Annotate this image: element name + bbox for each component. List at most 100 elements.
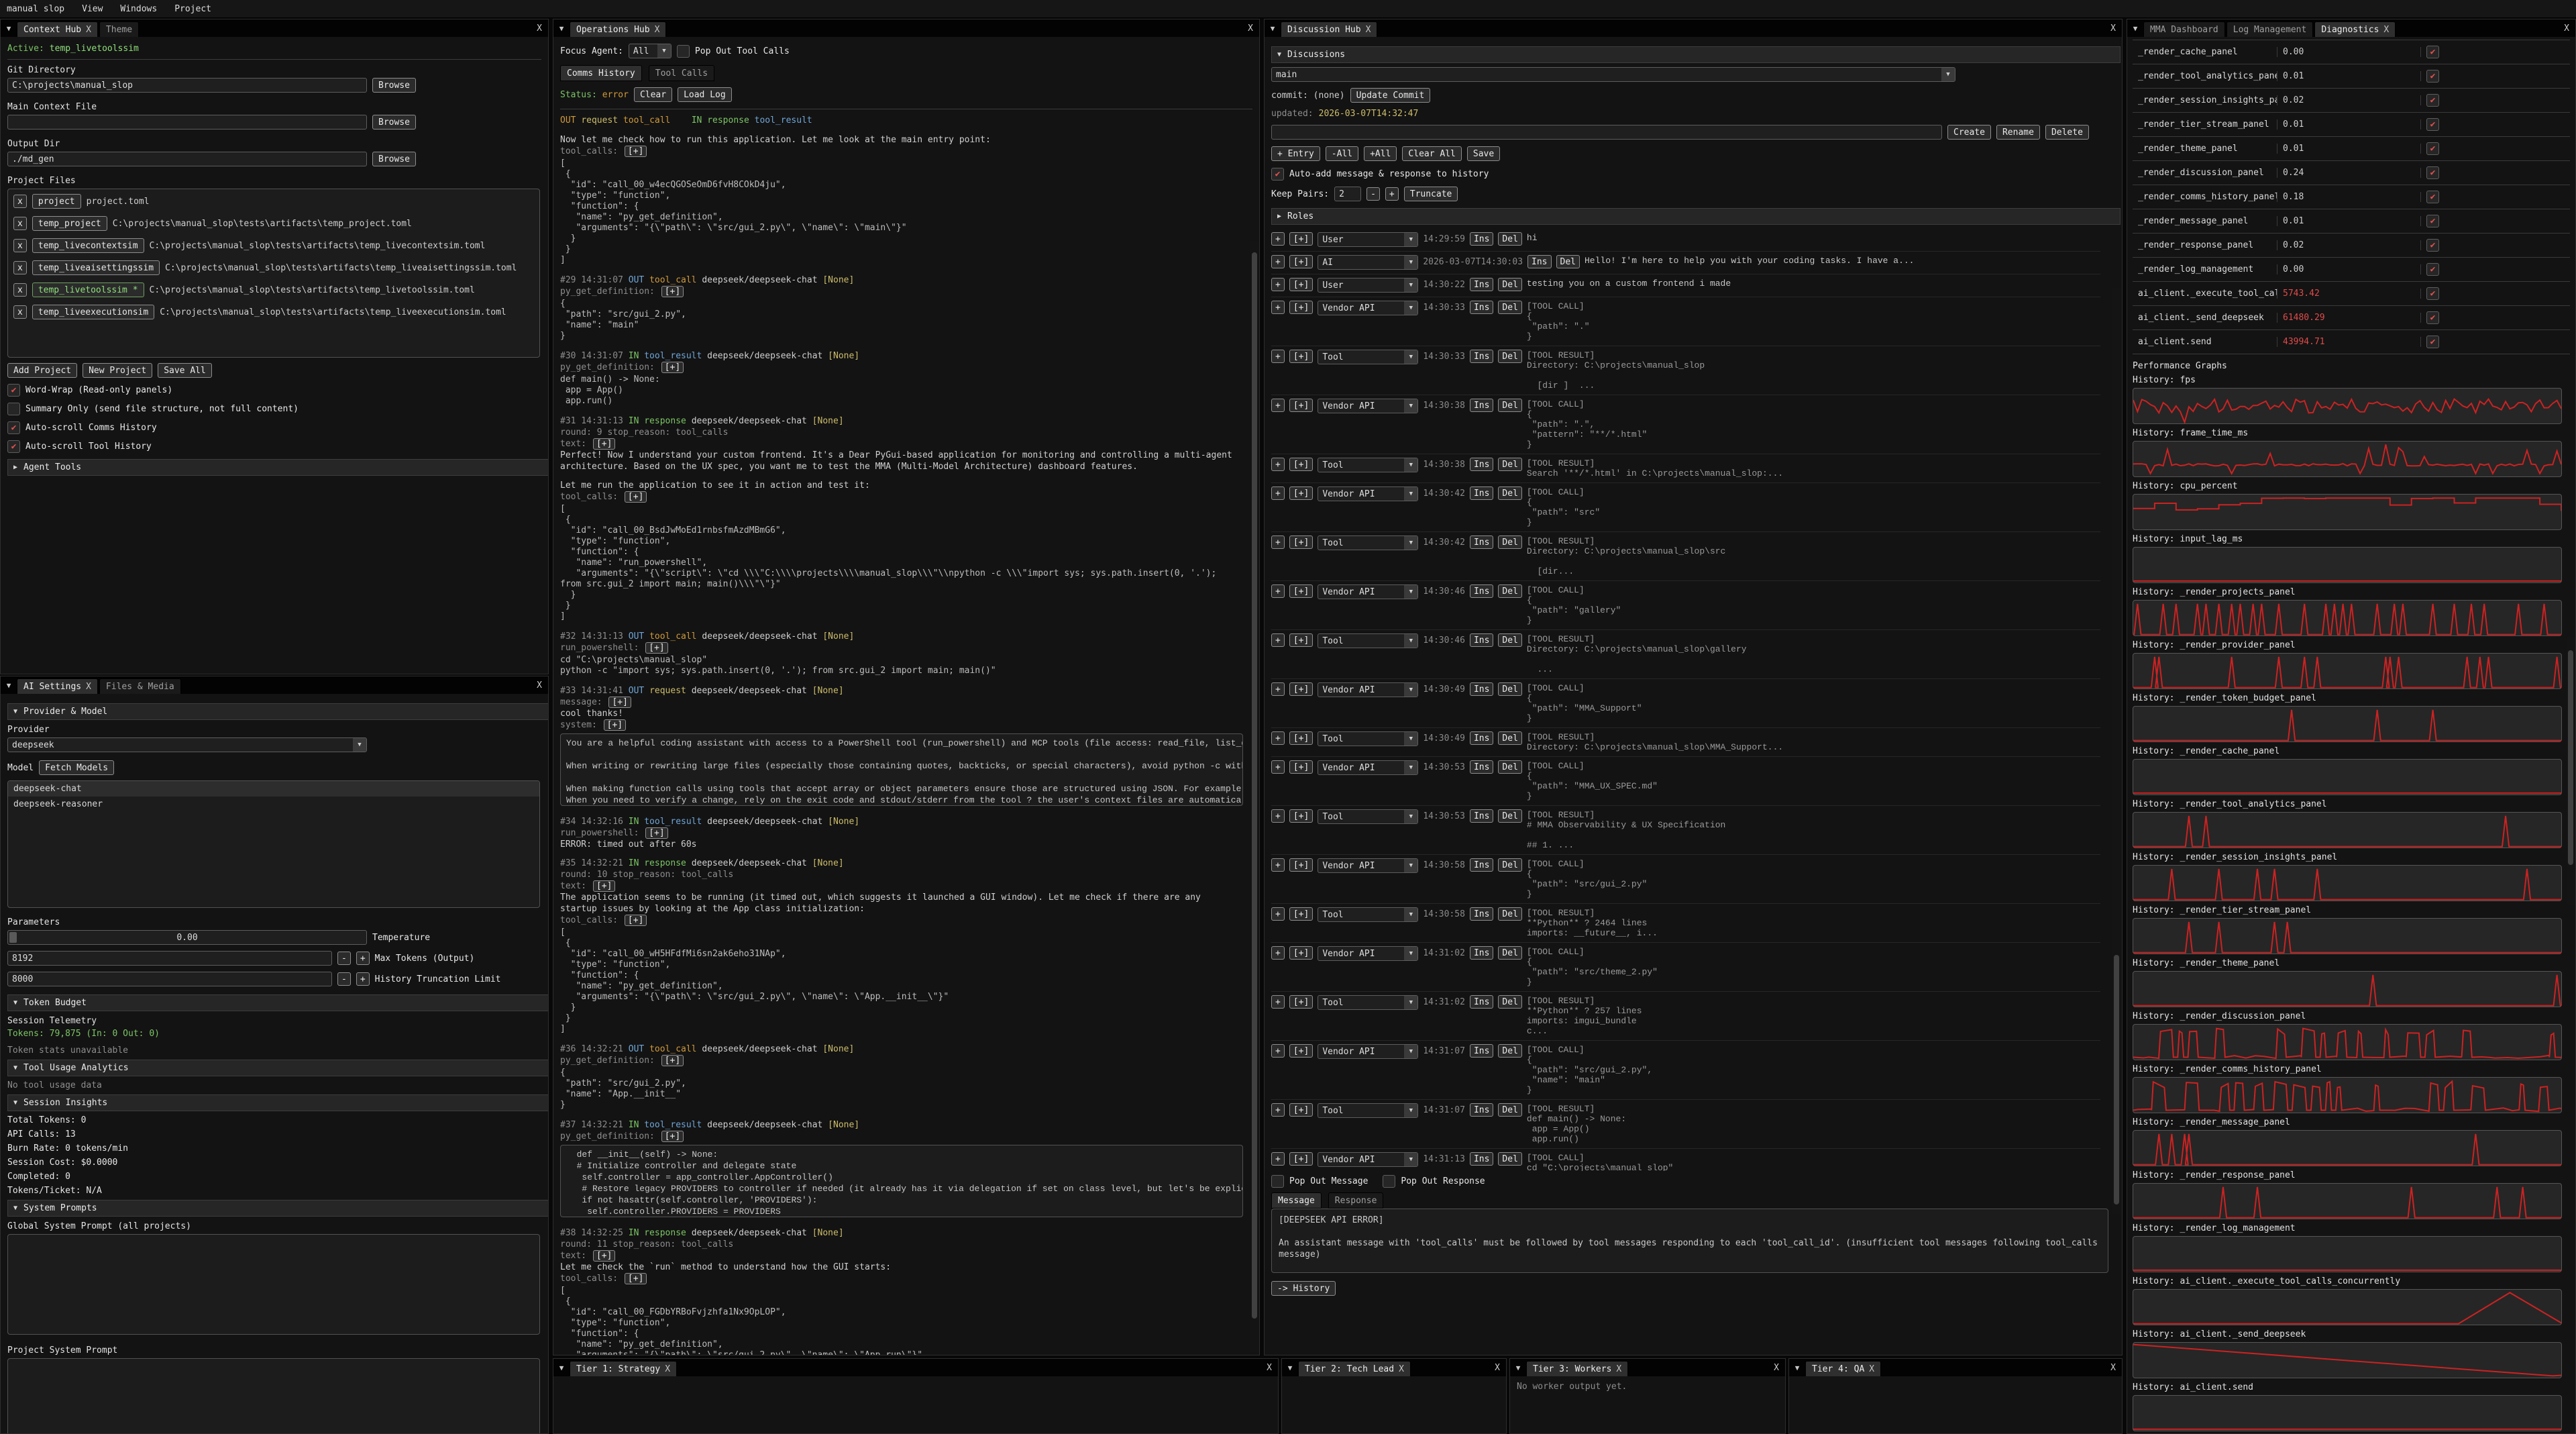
entry-del-button[interactable]: Del	[1498, 486, 1521, 500]
model-option[interactable]: deepseek-chat	[8, 781, 539, 797]
checkbox-auto-scroll[interactable]: ✔	[7, 421, 20, 434]
remove-project-button[interactable]: x	[13, 283, 27, 297]
entry-add-button[interactable]: +	[1271, 399, 1285, 412]
expand-button[interactable]: [+]	[593, 1250, 615, 1262]
entry-expand-button[interactable]: [+]	[1289, 399, 1313, 412]
window-close-icon[interactable]: X	[1768, 1359, 1785, 1376]
entry-expand-button[interactable]: [+]	[1289, 1103, 1313, 1117]
global-prompt-textarea[interactable]	[7, 1234, 540, 1335]
entry-expand-button[interactable]: [+]	[1289, 232, 1313, 246]
tab-diagnostics[interactable]: Diagnostics X	[2314, 21, 2396, 37]
tab-close-icon[interactable]: X	[1869, 1364, 1874, 1374]
tab-operations-hub[interactable]: Operations Hub X	[570, 21, 666, 37]
metric-checkbox[interactable]: ✔	[2426, 336, 2439, 348]
popout-response-checkbox[interactable]	[1383, 1175, 1395, 1188]
entry-role-select[interactable]: Tool▼	[1318, 809, 1418, 824]
entry-expand-button[interactable]: [+]	[1289, 760, 1313, 774]
tab-theme[interactable]: Theme	[99, 21, 139, 37]
entry-ins-button[interactable]: Ins	[1470, 1044, 1493, 1058]
entry-expand-button[interactable]: [+]	[1289, 1152, 1313, 1166]
tool-usage-analytics-header[interactable]: ▼ Tool Usage Analytics	[7, 1060, 548, 1076]
tab-close-icon[interactable]: X	[86, 682, 91, 692]
expand-button[interactable]: [+]	[661, 362, 684, 373]
entry-del-button[interactable]: Del	[1498, 995, 1521, 1009]
agent-tools-header[interactable]: ▶ Agent Tools	[7, 459, 548, 476]
entry-role-select[interactable]: Vendor API▼	[1318, 486, 1418, 501]
entry-role-select[interactable]: Vendor API▼	[1318, 399, 1418, 413]
output-dir-input[interactable]: ./md_gen	[7, 152, 367, 166]
session-insights-header[interactable]: ▼ Session Insights	[7, 1094, 548, 1111]
entry-expand-button[interactable]: [+]	[1289, 633, 1313, 647]
entry-add-button[interactable]: +	[1271, 535, 1285, 549]
entry-ins-button[interactable]: Ins	[1470, 1152, 1493, 1166]
entry-ins-button[interactable]: Ins	[1470, 278, 1493, 291]
to-history-button[interactable]: -> History	[1271, 1281, 1336, 1296]
button-save[interactable]: Save	[1467, 146, 1500, 161]
entry-expand-button[interactable]: [+]	[1289, 350, 1313, 363]
entry-add-button[interactable]: +	[1271, 350, 1285, 363]
entry-expand-button[interactable]: [+]	[1289, 1044, 1313, 1058]
tab-close-icon[interactable]: X	[86, 25, 91, 35]
tab-log-management[interactable]: Log Management	[2226, 21, 2314, 37]
remove-project-button[interactable]: x	[13, 239, 27, 252]
metric-checkbox[interactable]: ✔	[2426, 239, 2439, 252]
expand-button[interactable]: [+]	[661, 1055, 684, 1066]
tab-discussion-hub[interactable]: Discussion Hub X	[1281, 21, 1377, 37]
button-new-project[interactable]: New Project	[83, 363, 152, 378]
window-collapse-icon[interactable]: ▼	[553, 19, 570, 37]
popout-message-checkbox[interactable]	[1271, 1175, 1284, 1188]
entry-role-select[interactable]: Vendor API▼	[1318, 1152, 1418, 1167]
entry-role-select[interactable]: Tool▼	[1318, 995, 1418, 1010]
button--all[interactable]: -All	[1326, 146, 1358, 161]
expand-button[interactable]: [+]	[608, 697, 631, 708]
truncate-button[interactable]: Truncate	[1404, 187, 1458, 201]
tab-tier3-workers[interactable]: Tier 3: Workers X	[1526, 1361, 1628, 1376]
window-collapse-icon[interactable]: ▼	[1, 676, 17, 694]
metric-checkbox[interactable]: ✔	[2426, 287, 2439, 300]
history-truncation-minus-button[interactable]: -	[337, 972, 351, 986]
entry-role-select[interactable]: Tool▼	[1318, 535, 1418, 550]
temperature-slider[interactable]: 0.00	[7, 930, 367, 945]
window-close-icon[interactable]: X	[1489, 1359, 1506, 1376]
entry-add-button[interactable]: +	[1271, 809, 1285, 823]
entry-add-button[interactable]: +	[1271, 1044, 1285, 1058]
tab-close-icon[interactable]: X	[1366, 25, 1371, 35]
tab-close-icon[interactable]: X	[1616, 1364, 1621, 1374]
entry-ins-button[interactable]: Ins	[1470, 907, 1493, 921]
entry-add-button[interactable]: +	[1271, 232, 1285, 246]
tab-tool-calls[interactable]: Tool Calls	[649, 65, 714, 81]
entry-del-button[interactable]: Del	[1498, 1103, 1521, 1117]
entry-add-button[interactable]: +	[1271, 858, 1285, 872]
entry-role-select[interactable]: Tool▼	[1318, 1103, 1418, 1118]
window-collapse-icon[interactable]: ▼	[1282, 1359, 1298, 1376]
entry-role-select[interactable]: Tool▼	[1318, 907, 1418, 922]
metric-checkbox[interactable]: ✔	[2426, 118, 2439, 131]
entry-expand-button[interactable]: [+]	[1289, 278, 1313, 291]
roles-header[interactable]: ▶ Roles	[1271, 208, 2121, 225]
entry-add-button[interactable]: +	[1271, 255, 1285, 268]
keep-pairs-minus-button[interactable]: -	[1366, 187, 1380, 201]
entry-del-button[interactable]: Del	[1498, 809, 1521, 823]
window-collapse-icon[interactable]: ▼	[1265, 19, 1281, 37]
entry-add-button[interactable]: +	[1271, 1103, 1285, 1117]
entry-add-button[interactable]: +	[1271, 760, 1285, 774]
tab-files-media[interactable]: Files & Media	[99, 678, 181, 694]
expand-button[interactable]: [+]	[661, 286, 684, 297]
menu-item-project[interactable]: Project	[174, 4, 211, 14]
window-collapse-icon[interactable]: ▼	[1510, 1359, 1526, 1376]
window-close-icon[interactable]: X	[531, 676, 548, 694]
provider-select[interactable]: deepseek ▼	[7, 737, 367, 752]
window-close-icon[interactable]: X	[1260, 1359, 1278, 1376]
entry-expand-button[interactable]: [+]	[1289, 682, 1313, 696]
entry-add-button[interactable]: +	[1271, 1152, 1285, 1166]
main-context-browse-button[interactable]: Browse	[372, 115, 416, 130]
metric-checkbox[interactable]: ✔	[2426, 94, 2439, 107]
comms-history-log[interactable]: Now let me check how to run this applica…	[560, 134, 1239, 1355]
entry-expand-button[interactable]: [+]	[1289, 301, 1313, 314]
project-name-button[interactable]: temp_liveexecutionsim	[32, 305, 154, 319]
tab-close-icon[interactable]: X	[1399, 1364, 1404, 1374]
entry-del-button[interactable]: Del	[1498, 633, 1521, 647]
expand-button[interactable]: [+]	[625, 1273, 647, 1284]
diagnostics-scrollbar[interactable]	[2567, 637, 2575, 905]
window-close-icon[interactable]: X	[2104, 1359, 2122, 1376]
